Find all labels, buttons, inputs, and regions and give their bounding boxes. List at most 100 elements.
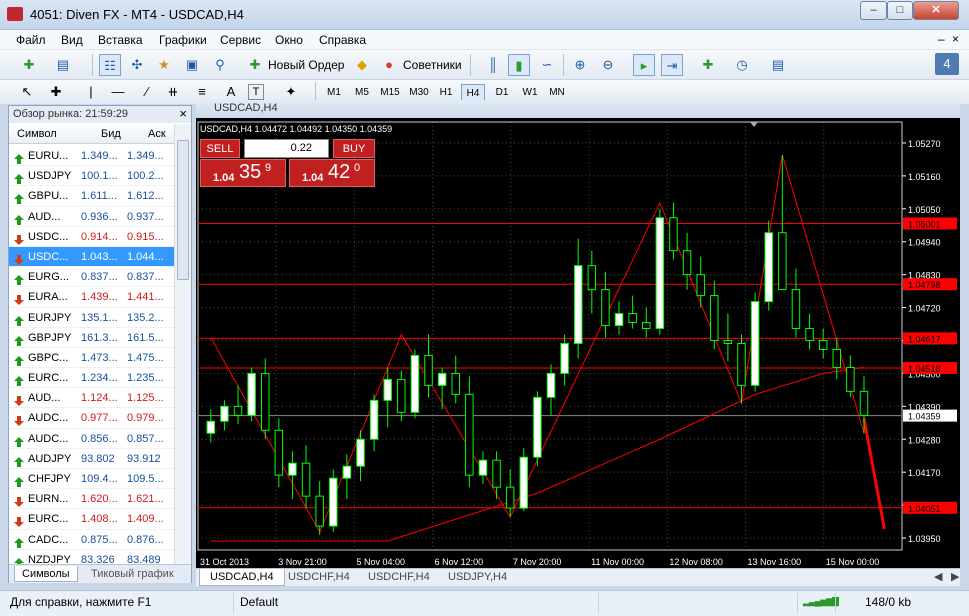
market-watch-row[interactable]: EURU... 1.349... 1.349... xyxy=(9,146,174,167)
new-order-icon[interactable]: ✚ xyxy=(244,54,266,76)
buy-price[interactable]: 1.04 42 0 xyxy=(289,159,375,187)
chart-tab-usdchf-2[interactable]: USDCHF,H4 xyxy=(358,569,440,586)
row-ask: 1.044... xyxy=(127,250,164,263)
chart-tab-usdchf[interactable]: USDCHF,H4 xyxy=(278,569,360,586)
market-watch-row[interactable]: EURC... 1.234... 1.235... xyxy=(9,368,174,389)
menu-window[interactable]: Окно xyxy=(275,33,303,47)
market-watch-row[interactable]: AUD... 1.124... 1.125... xyxy=(9,388,174,409)
buy-button[interactable]: BUY xyxy=(333,139,375,158)
crosshair-icon[interactable]: ✚ xyxy=(45,81,67,103)
templates-icon[interactable]: ▤ xyxy=(767,54,789,76)
candlestick-icon[interactable]: ▮ xyxy=(508,54,530,76)
minimize-button[interactable]: – xyxy=(860,1,887,20)
navigator-icon[interactable]: ✣ xyxy=(126,54,148,76)
sell-price-prefix: 1.04 xyxy=(213,172,235,184)
mdi-close-icon[interactable]: × xyxy=(952,32,959,46)
market-watch-row[interactable]: USDC... 0.914... 0.915... xyxy=(9,227,174,247)
experts-button[interactable]: Советники xyxy=(403,58,462,72)
arrow-up-icon xyxy=(14,535,24,548)
tab-tick-chart[interactable]: Тиковый график xyxy=(84,566,181,582)
new-chart-icon[interactable]: ✚ xyxy=(18,54,40,76)
new-order-button[interactable]: Новый Ордер xyxy=(268,58,344,72)
sell-button[interactable]: SELL xyxy=(200,139,240,158)
market-watch-row[interactable]: USDJPY 100.1... 100.2... xyxy=(9,166,174,187)
row-symbol: USDC... xyxy=(28,250,69,263)
col-ask[interactable]: Аск xyxy=(148,124,166,144)
market-watch-row[interactable]: AUDJPY 93.802 93.912 xyxy=(9,449,174,469)
menu-insert[interactable]: Вставка xyxy=(98,33,143,47)
zoom-out-icon[interactable]: ⊖ xyxy=(597,54,619,76)
zoom-in-icon[interactable]: ⊕ xyxy=(569,54,591,76)
market-watch-row[interactable]: EURC... 1.408... 1.409... xyxy=(9,509,174,530)
market-watch-row[interactable]: CHFJPY 109.4... 109.5... xyxy=(9,469,174,490)
market-watch-row[interactable]: GBPC... 1.473... 1.475... xyxy=(9,348,174,369)
bar-chart-icon[interactable]: ║ xyxy=(482,54,504,76)
cursor-icon[interactable]: ↖ xyxy=(16,81,38,103)
market-watch-row[interactable]: CADC... 0.875... 0.876... xyxy=(9,530,174,550)
data-window-icon[interactable]: ★ xyxy=(153,54,175,76)
tab-symbols[interactable]: Символы xyxy=(14,566,78,582)
scrollbar-thumb[interactable] xyxy=(177,140,189,280)
x-tick-label: 6 Nov 12:00 xyxy=(435,557,484,567)
menu-charts[interactable]: Графики xyxy=(159,33,207,47)
market-watch-row[interactable]: AUDC... 0.977... 0.979... xyxy=(9,408,174,429)
candle-body xyxy=(437,372,447,386)
profiles-icon[interactable]: ▤ xyxy=(52,54,74,76)
lot-size-input[interactable]: 0.22 xyxy=(244,139,329,158)
autoscroll-icon[interactable]: ▸ xyxy=(633,54,655,76)
strategy-tester-icon[interactable]: ⚲ xyxy=(209,54,231,76)
row-symbol: GBPJPY xyxy=(28,331,72,344)
market-watch-row[interactable]: EURJPY 135.1... 135.2... xyxy=(9,308,174,328)
candle-body xyxy=(642,322,651,330)
row-symbol: USDC... xyxy=(28,230,69,243)
level-label: 1.05001 xyxy=(908,219,941,229)
market-watch-scrollbar[interactable] xyxy=(174,124,191,564)
vertical-line-icon[interactable]: | xyxy=(80,81,102,103)
arrow-up-icon xyxy=(14,313,24,326)
menu-help[interactable]: Справка xyxy=(319,33,366,47)
row-bid: 0.837... xyxy=(81,271,118,284)
terminal-icon[interactable]: ▣ xyxy=(181,54,203,76)
market-watch-row[interactable]: GBPJPY 161.3... 161.5... xyxy=(9,328,174,348)
market-watch-row[interactable]: USDC... 1.043... 1.044... xyxy=(9,246,174,268)
row-symbol: GBPU... xyxy=(28,190,69,203)
row-bid: 135.1... xyxy=(81,311,118,324)
market-watch-row[interactable]: GBPU... 1.611... 1.612... xyxy=(9,186,174,207)
label-tool[interactable]: T xyxy=(248,84,264,100)
channel-icon[interactable]: ⧺ xyxy=(162,81,184,103)
market-watch-row[interactable]: AUD... 0.936... 0.937... xyxy=(9,207,174,227)
row-ask: 0.837... xyxy=(127,271,164,284)
candle-body xyxy=(533,396,542,458)
market-watch-row[interactable]: EURG... 0.837... 0.837... xyxy=(9,267,174,288)
messages-badge[interactable]: 4 xyxy=(935,53,959,75)
metaeditor-icon[interactable]: ◆ xyxy=(351,54,373,76)
market-watch-row[interactable]: EURA... 1.439... 1.441... xyxy=(9,287,174,308)
menu-tools[interactable]: Сервис xyxy=(220,33,261,47)
col-symbol[interactable]: Символ xyxy=(17,124,57,144)
tabs-scroll-right-icon[interactable]: ▶ xyxy=(941,569,969,586)
chart-shift-icon[interactable]: ⇥ xyxy=(661,54,683,76)
market-watch-header: Символ Бид Аск xyxy=(9,124,174,144)
chart-tab-usdjpy[interactable]: USDJPY,H4 xyxy=(438,569,517,586)
trendline-icon[interactable]: ∕ xyxy=(136,81,158,103)
market-watch-row[interactable]: AUDC... 0.856... 0.857... xyxy=(9,429,174,449)
chart-tab-usdcad[interactable]: USDCAD,H4 xyxy=(199,569,285,586)
close-button[interactable]: ✕ xyxy=(913,1,959,20)
row-bid: 0.936... xyxy=(81,210,118,223)
periods-icon[interactable]: ◷ xyxy=(731,54,753,76)
maximize-button[interactable]: □ xyxy=(887,1,913,20)
col-bid[interactable]: Бид xyxy=(101,124,121,144)
line-chart-icon[interactable]: ∽ xyxy=(536,54,558,76)
candle-body xyxy=(573,265,583,344)
candle-body xyxy=(397,378,406,413)
horizontal-line-icon[interactable]: — xyxy=(107,81,129,103)
market-watch-icon[interactable]: ☷ xyxy=(99,54,121,76)
menu-view[interactable]: Вид xyxy=(61,33,83,47)
market-watch-row[interactable]: EURN... 1.620... 1.621... xyxy=(9,489,174,510)
sell-price[interactable]: 1.04 35 9 xyxy=(200,159,286,187)
menu-file[interactable]: Файл xyxy=(16,33,46,47)
mdi-minimize-icon[interactable]: – xyxy=(938,32,945,46)
market-watch-close-icon[interactable]: × xyxy=(179,106,187,122)
indicators-icon[interactable]: ✚ xyxy=(697,54,719,76)
experts-icon[interactable]: ● xyxy=(378,54,400,76)
